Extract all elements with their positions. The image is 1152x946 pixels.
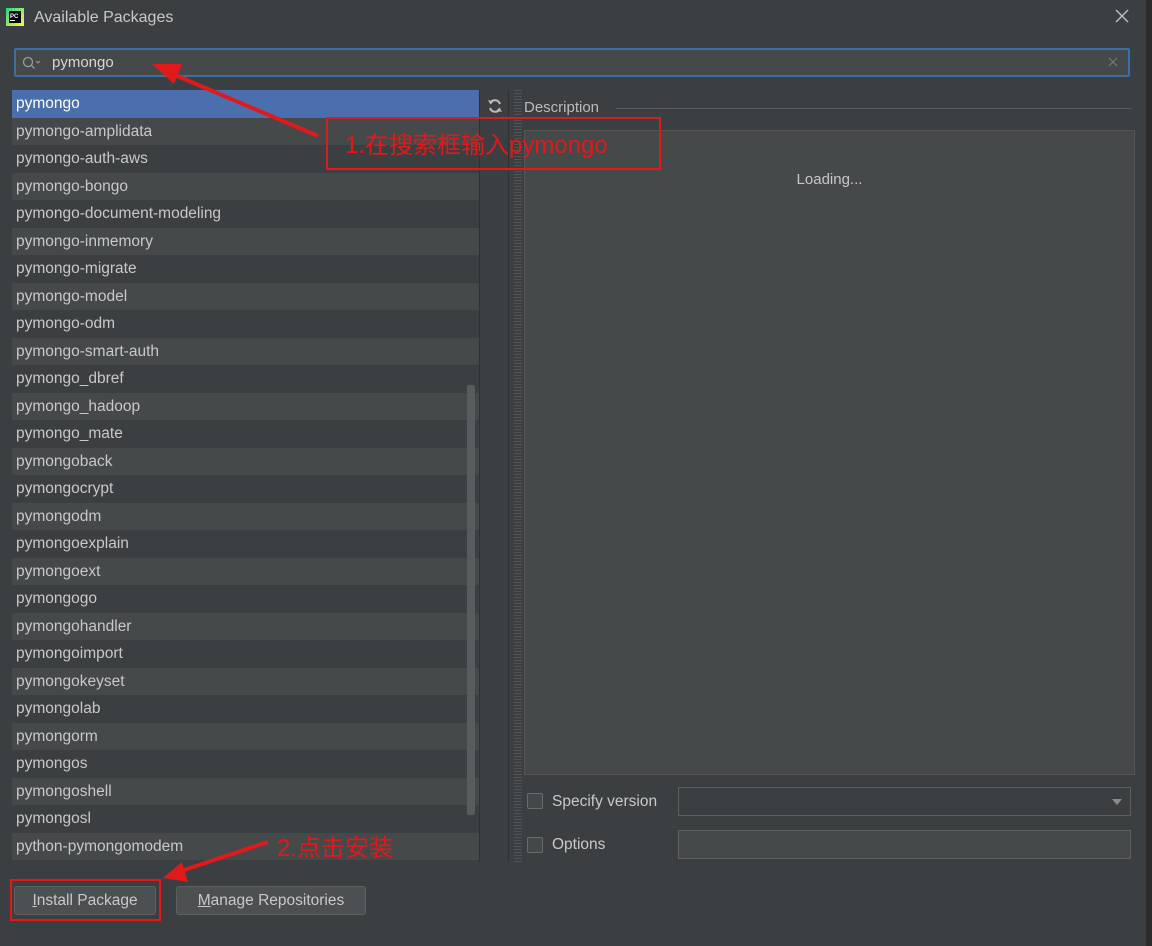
package-row[interactable]: pymongoext — [12, 557, 479, 585]
pycharm-app-icon: PC — [6, 8, 24, 26]
package-list-scrollbar[interactable] — [467, 385, 475, 815]
search-icon — [22, 56, 41, 69]
manage-repositories-button[interactable]: Manage Repositories — [176, 886, 366, 915]
package-row[interactable]: pymongolab — [12, 695, 479, 723]
annotation-step2: 2.点击安装 — [277, 835, 394, 862]
refresh-icon[interactable] — [487, 98, 503, 114]
title-bar: PC Available Packages — [0, 0, 1152, 38]
package-row[interactable]: pymongoexplain — [12, 530, 479, 558]
specify-version-checkbox[interactable] — [527, 793, 543, 809]
package-row[interactable]: pymongoimport — [12, 640, 479, 668]
package-row[interactable]: pymongodm — [12, 502, 479, 530]
description-panel: Loading... — [524, 130, 1135, 775]
svg-text:PC: PC — [10, 14, 19, 20]
package-row[interactable]: pymongo_hadoop — [12, 392, 479, 420]
package-list[interactable]: pymongo pymongo-amplidata pymongo-auth-aws… — [12, 90, 479, 862]
package-row[interactable]: pymongo — [12, 90, 479, 118]
package-row[interactable]: pymongo-document-modeling — [12, 200, 479, 228]
options-checkbox[interactable] — [527, 837, 543, 853]
package-row[interactable]: pymongokeyset — [12, 667, 479, 695]
package-row[interactable]: pymongo-bongo — [12, 172, 479, 200]
package-row[interactable]: pymongos — [12, 750, 479, 778]
close-icon[interactable] — [1114, 8, 1130, 24]
window-edge — [1146, 0, 1152, 946]
search-field[interactable] — [14, 48, 1130, 77]
package-row[interactable]: pymongosl — [12, 805, 479, 833]
annotation-step1: 1.在搜索框输入pymongo — [345, 132, 608, 159]
package-row[interactable]: pymongo-inmemory — [12, 227, 479, 255]
package-row[interactable]: pymongo_dbref — [12, 365, 479, 393]
package-row[interactable]: pymongo-odm — [12, 310, 479, 338]
description-label: Description — [524, 99, 600, 116]
package-row[interactable]: pymongo_mate — [12, 420, 479, 448]
specify-version-label: Specify version — [552, 793, 658, 810]
manage-label: anage Repositories — [210, 892, 345, 909]
description-divider — [616, 108, 1132, 109]
package-row[interactable]: pymongo-migrate — [12, 255, 479, 283]
list-toolbar — [479, 90, 509, 862]
manage-mnemonic: M — [197, 892, 211, 909]
options-input[interactable] — [678, 830, 1131, 859]
arrowhead-install — [163, 862, 188, 882]
clear-icon[interactable] — [1108, 57, 1118, 67]
package-row[interactable]: python-pymongomodem — [12, 832, 479, 860]
window-title: Available Packages — [34, 9, 174, 26]
package-row[interactable]: pymongo-smart-auth — [12, 337, 479, 365]
package-row[interactable]: pymongorm — [12, 722, 479, 750]
package-row[interactable]: pymongogo — [12, 585, 479, 613]
version-select[interactable] — [678, 787, 1131, 816]
loading-text: Loading... — [796, 171, 863, 188]
package-row[interactable]: pymongohandler — [12, 612, 479, 640]
annotation-box-step2 — [10, 879, 161, 921]
search-input[interactable] — [52, 52, 1092, 73]
chevron-down-icon — [1112, 799, 1122, 805]
options-label: Options — [552, 836, 606, 853]
package-row[interactable]: pymongoshell — [12, 777, 479, 805]
panel-splitter[interactable] — [514, 90, 522, 862]
package-row[interactable]: pymongocrypt — [12, 475, 479, 503]
package-row[interactable]: pymongo-model — [12, 282, 479, 310]
package-row[interactable]: pymongoback — [12, 447, 479, 475]
